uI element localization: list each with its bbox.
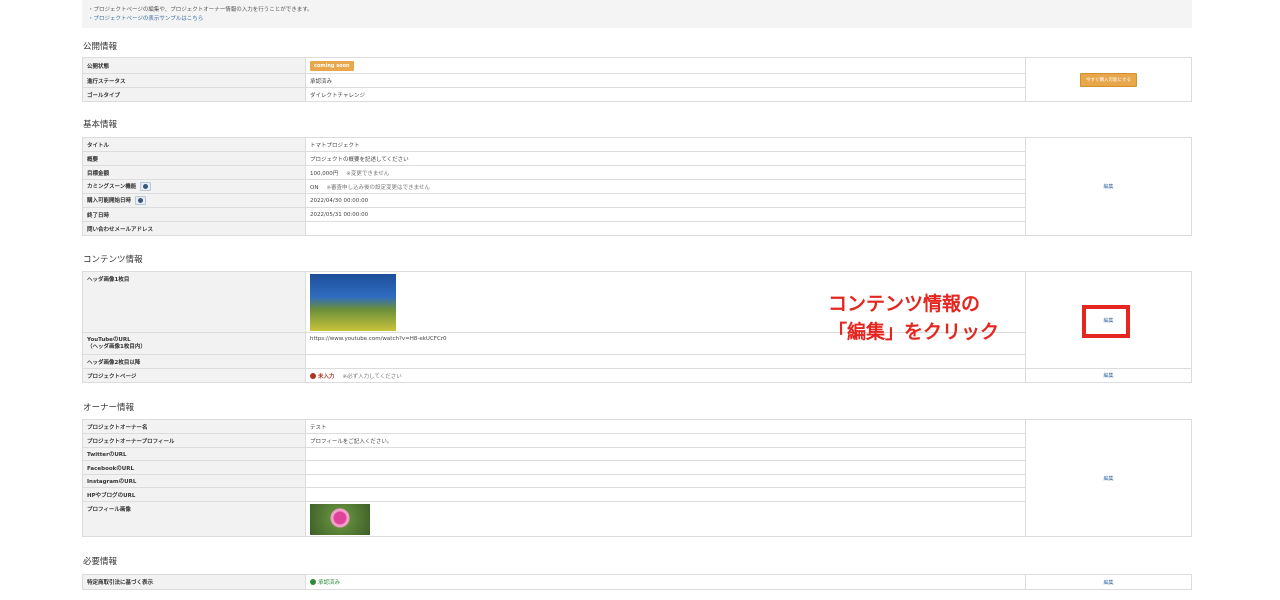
row-value: プロフィールをご記入ください。 [305, 433, 1026, 448]
info-icon[interactable] [140, 182, 152, 191]
row-label: プロフィール画像 [82, 501, 306, 537]
row-value [305, 460, 1026, 475]
section-heading-contents: コンテンツ情報 [83, 255, 143, 265]
row-value [305, 354, 1026, 369]
basic-edit-link[interactable]: 編集 [1103, 184, 1113, 190]
row-label: TwitterのURL [82, 447, 306, 461]
row-value: ダイレクトチャレンジ [305, 87, 1026, 102]
row-label: HPやブログのURL [82, 487, 306, 502]
sample-page-link[interactable]: ・プロジェクトページの表示サンプルはこちら [88, 16, 203, 22]
row-label: ヘッダ画像2枚目以降 [82, 354, 306, 369]
required-edit-link[interactable]: 編集 [1103, 580, 1113, 586]
status-badge: coming soon [310, 60, 354, 71]
publish-table: 公開状態 coming soon 今すぐ購入可能にする 進行ステータス 承認済み… [82, 57, 1192, 102]
row-label: プロジェクトオーナープロフィール [82, 433, 306, 448]
row-value: 2022/04/30 00:00:00 [305, 193, 1026, 208]
row-label: 進行ステータス [82, 73, 306, 88]
warning-icon [310, 372, 316, 379]
owner-edit-link[interactable]: 編集 [1103, 476, 1113, 482]
section-heading-publish: 公開情報 [83, 42, 118, 52]
row-label: 購入可能開始日時 [87, 198, 132, 204]
row-status: 未入力 [318, 373, 335, 380]
row-label: 公開状態 [82, 57, 306, 74]
row-value [305, 474, 1026, 488]
row-value: トマトプロジェクト [305, 137, 1026, 152]
row-note: ※審査申し込み後の設定変更はできません [326, 184, 430, 191]
row-value: 100,000円 [310, 170, 339, 177]
row-label: プロジェクトオーナー名 [82, 419, 306, 434]
row-value [305, 221, 1026, 236]
row-label: 終了日時 [82, 207, 306, 222]
row-note: ※変更できません [346, 170, 390, 177]
row-label: InstagramのURL [82, 474, 306, 488]
profile-image-thumbnail [310, 503, 370, 535]
annotation-callout: コンテンツ情報の 「編集」をクリック [828, 290, 999, 346]
section-heading-required: 必要情報 [83, 557, 118, 567]
row-value [305, 487, 1026, 502]
row-value: テスト [305, 419, 1026, 434]
required-table: 特定商取引法に基づく表示 承認済み 編集 [82, 574, 1192, 590]
row-value: ON [310, 184, 319, 191]
notice-box: ・プロジェクトページの編集や、プロジェクトオーナー情報の入力を行うことができます… [82, 0, 1192, 28]
section-heading-owner: オーナー情報 [83, 403, 135, 413]
row-value: 2022/05/31 00:00:00 [305, 207, 1026, 222]
row-value: プロジェクトの概要を記述してください [305, 151, 1026, 166]
check-icon [310, 579, 316, 585]
annotation-line-1: コンテンツ情報の [828, 293, 981, 315]
header-image-thumbnail [310, 273, 396, 331]
row-label: 特定商取引法に基づく表示 [82, 574, 306, 590]
row-label: タイトル [82, 137, 306, 152]
project-page-edit-link[interactable]: 編集 [1103, 373, 1113, 379]
info-icon[interactable] [135, 196, 147, 205]
row-label: FacebookのURL [82, 460, 306, 475]
row-label: ヘッダ画像1枚目 [82, 271, 306, 333]
row-label: 目標金額 [82, 165, 306, 180]
row-note: ※必ず入力してください [342, 373, 402, 380]
row-label: YouTubeのURL （ヘッダ画像1枚目内） [82, 332, 306, 355]
row-value: 承認済み [305, 73, 1026, 88]
row-label: カミングスーン機能 [87, 184, 137, 190]
make-purchasable-button[interactable]: 今すぐ購入可能にする [1079, 72, 1138, 87]
row-status: 承認済み [318, 580, 341, 586]
row-label: ゴールタイプ [82, 87, 306, 102]
annotation-line-2: 「編集」をクリック [828, 321, 1000, 343]
section-heading-basic: 基本情報 [83, 120, 118, 130]
row-value [305, 447, 1026, 461]
notice-text: ・プロジェクトページの編集や、プロジェクトオーナー情報の入力を行うことができます… [88, 7, 313, 13]
row-label: プロジェクトページ [82, 368, 306, 383]
annotation-highlight-box [1082, 305, 1130, 338]
owner-table: プロジェクトオーナー名 テスト 編集 プロジェクトオーナープロフィール プロフィ… [82, 419, 1192, 537]
row-label: 概要 [82, 151, 306, 166]
contents-table: ヘッダ画像1枚目 編集 YouTubeのURL （ヘッダ画像1枚目内） http… [82, 271, 1192, 383]
basic-table: タイトル トマトプロジェクト 編集 概要 プロジェクトの概要を記述してください … [82, 137, 1192, 236]
row-label: 問い合わせメールアドレス [82, 221, 306, 236]
